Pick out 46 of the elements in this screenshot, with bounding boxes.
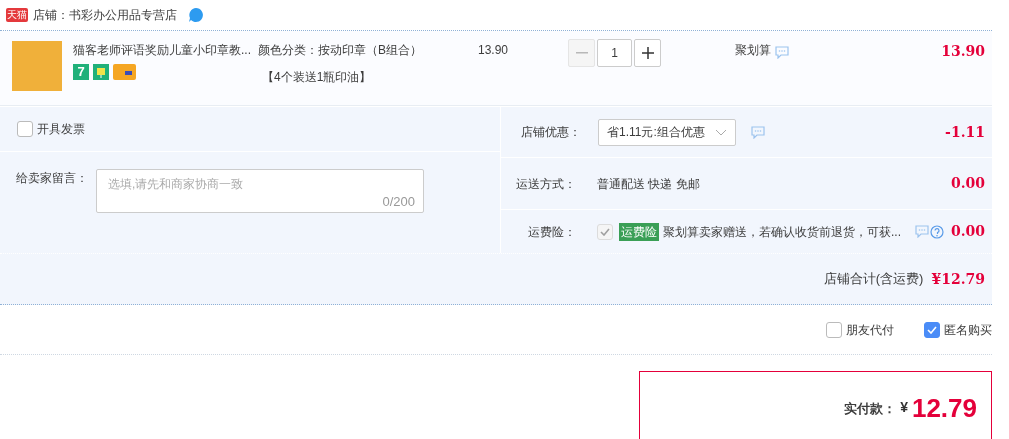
chat-icon[interactable]	[775, 46, 789, 59]
item-subtotal: 13.90	[941, 42, 985, 61]
insurance-tag: 运费险	[619, 222, 659, 241]
unit-price: 13.90	[478, 42, 510, 59]
invoice-label[interactable]: 开具发票	[37, 120, 85, 138]
discount-label: 店铺优惠：	[520, 124, 581, 141]
message-label: 给卖家留言：	[16, 170, 88, 187]
chat-icon[interactable]	[915, 225, 929, 238]
spec-note: 【4个装送1瓶印油】	[261, 69, 373, 86]
quantity-field[interactable]: 1	[597, 39, 632, 67]
chat-icon[interactable]	[750, 125, 765, 139]
shop-total-amount: ¥12.79	[931, 269, 985, 289]
option-checkbox[interactable]	[924, 321, 940, 338]
shipping-amount: 0.00	[950, 174, 985, 193]
discount-amount: -1.11	[945, 122, 985, 142]
product-title[interactable]: 猫客老师评语奖励儿童小印章教...	[73, 41, 253, 59]
option-checkbox[interactable]	[826, 321, 842, 338]
insurance-amount: 0.00	[950, 222, 985, 241]
check-icon	[600, 227, 610, 236]
payment-amount: 12.79	[911, 395, 977, 421]
check-icon	[927, 325, 937, 334]
card-badge-icon	[113, 64, 136, 80]
product-spec: 颜色分类：按动印章（B组合）	[258, 42, 423, 59]
character-counter: 0/200	[382, 192, 415, 211]
chevron-down-icon	[714, 128, 727, 136]
help-icon[interactable]	[930, 224, 944, 239]
service-badge: 7	[73, 64, 89, 80]
increase-button[interactable]	[634, 39, 661, 67]
payment-label: 实付款：	[844, 399, 897, 418]
insurance-label: 运费险：	[527, 223, 576, 241]
chat-bubble-icon[interactable]	[188, 7, 204, 23]
minus-icon	[575, 52, 588, 54]
shop-name[interactable]: 店铺：书彩办公用品专营店	[33, 6, 177, 24]
product-photo-placeholder[interactable]	[12, 41, 62, 91]
plus-icon	[641, 47, 654, 59]
currency-symbol: ¥	[900, 398, 908, 417]
option-label[interactable]: 朋友代付	[846, 320, 894, 339]
promo-label: 聚划算	[735, 42, 771, 59]
shop-total-label: 店铺合计(含运费)	[823, 270, 924, 289]
shipping-method: 普通配送 快递 免邮	[597, 175, 700, 193]
shop-badge: 天猫	[6, 8, 28, 22]
option-label[interactable]: 匿名购买	[944, 320, 992, 339]
discount-dropdown[interactable]: 省1.11元:组合优惠	[598, 118, 736, 146]
shipping-label: 运送方式：	[515, 175, 576, 193]
invoice-checkbox[interactable]	[17, 121, 33, 137]
insurance-description: 聚划算卖家赠送，若确认收货前退货，可获...	[663, 223, 901, 241]
